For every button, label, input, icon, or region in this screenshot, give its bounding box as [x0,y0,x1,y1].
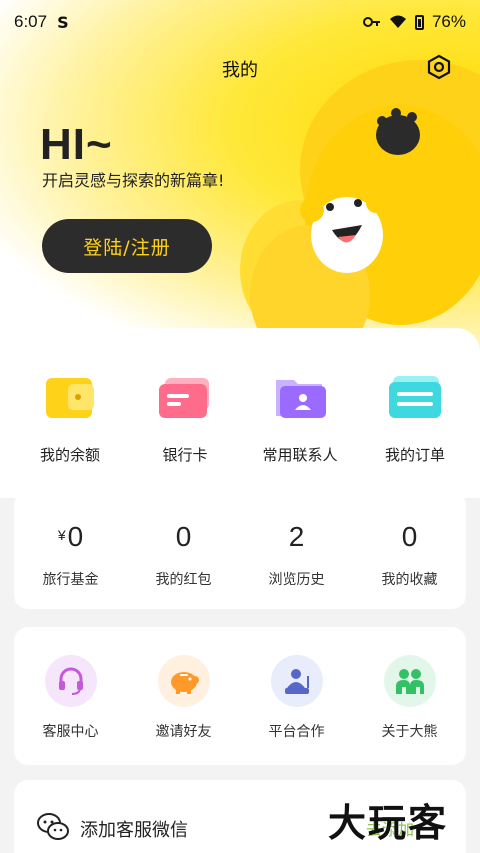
stat-value: 0 [175,521,192,552]
order-icon [387,370,443,426]
greeting-text: HI~ [40,120,113,169]
service-label: 邀请好友 [155,724,212,740]
stat-red-packets[interactable]: 0 我的红包 [127,521,240,589]
quick-item-label: 我的订单 [384,446,445,464]
stat-favorites[interactable]: 0 我的收藏 [353,521,466,589]
quick-item-label: 银行卡 [162,446,208,464]
stat-travel-fund[interactable]: ¥0 旅行基金 [14,521,127,589]
tagline-text: 开启灵感与探索的新篇章! [42,171,225,190]
wifi-icon [389,15,406,28]
quick-item-contacts[interactable]: 常用联系人 [240,370,360,465]
page-title: 我的 [222,60,258,81]
quick-item-bank-card[interactable]: 银行卡 [125,370,245,465]
about-bear-icon [383,655,436,707]
quick-item-label: 常用联系人 [262,446,338,464]
stat-value: 0 [67,521,84,552]
stat-label: 旅行基金 [42,572,99,588]
stat-label: 我的红包 [155,572,212,588]
services-card: 客服中心 邀请好友 平台合作 关于大熊 [14,627,466,765]
add-wechat-label: 添加客服微信 [80,820,188,841]
service-label: 平台合作 [268,724,325,740]
stat-value: 0 [401,521,418,552]
bear-mascot-illustration [250,105,480,355]
piggy-bank-icon [157,655,210,707]
bank-card-icon [157,370,213,426]
stat-label: 我的收藏 [381,572,438,588]
cooperation-icon [270,655,323,707]
app-notification-icon: S [57,12,69,32]
service-about-bear[interactable]: 关于大熊 [353,655,466,741]
watermark-logo: 大玩客 [328,803,449,845]
stats-card: ¥0 旅行基金 0 我的红包 2 浏览历史 0 我的收藏 [14,491,466,609]
key-icon [362,17,380,27]
status-time: 6:07 [14,12,48,31]
stat-value: 2 [288,521,305,552]
quick-actions: 我的余额 银行卡 常用联系人 我的订单 [0,328,480,498]
service-invite-friends[interactable]: 邀请好友 [127,655,240,741]
service-label: 关于大熊 [381,724,438,740]
quick-item-orders[interactable]: 我的订单 [355,370,475,465]
wallet-icon [42,370,98,426]
login-register-button[interactable]: 登陆/注册 [42,219,212,273]
quick-item-label: 我的余额 [39,446,100,464]
stat-label: 浏览历史 [268,572,325,588]
settings-hex-icon [427,54,451,80]
stat-browse-history[interactable]: 2 浏览历史 [240,521,353,589]
battery-icon [414,14,424,30]
battery-percent: 76% [431,12,466,31]
currency-symbol: ¥ [57,527,66,543]
service-label: 客服中心 [42,724,99,740]
service-platform-cooperation[interactable]: 平台合作 [240,655,353,741]
wechat-icon [37,813,69,840]
status-bar: 6:07 S 76% [0,0,480,44]
settings-button[interactable] [424,52,454,82]
headset-icon [44,655,97,707]
service-customer-center[interactable]: 客服中心 [14,655,127,741]
quick-item-balance[interactable]: 我的余额 [10,370,130,465]
contacts-folder-icon [272,370,328,426]
